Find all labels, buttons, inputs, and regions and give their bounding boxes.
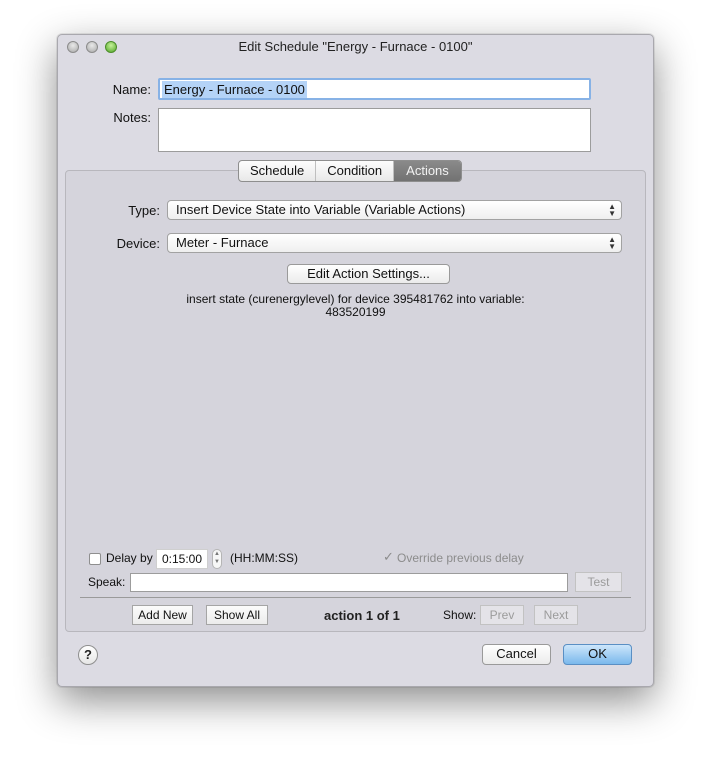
title-bar[interactable]: Edit Schedule "Energy - Furnace - 0100" [58, 35, 653, 59]
speak-label: Speak: [88, 575, 126, 589]
test-speak-button[interactable]: Test [575, 572, 622, 592]
device-popup-value: Meter - Furnace [176, 235, 269, 250]
action-counter: action 1 of 1 [324, 608, 400, 623]
popup-arrows-icon: ▲ ▼ [608, 235, 616, 251]
show-label: Show: [443, 608, 477, 622]
tab-bar: Schedule Condition Actions [238, 160, 462, 182]
prev-action-button[interactable]: Prev [480, 605, 524, 625]
ok-button[interactable]: OK [563, 644, 632, 665]
delay-label: Delay by [106, 551, 153, 565]
delay-time-field[interactable]: 0:15:00 [156, 549, 208, 569]
delay-checkbox[interactable] [89, 553, 101, 565]
delay-stepper[interactable]: ▲ ▼ [212, 549, 222, 569]
device-label: Device: [116, 236, 160, 251]
show-all-actions-button[interactable]: Show All [206, 605, 268, 625]
edit-action-settings-button[interactable]: Edit Action Settings... [287, 264, 450, 284]
cancel-button[interactable]: Cancel [482, 644, 551, 665]
edit-schedule-dialog: Edit Schedule "Energy - Furnace - 0100" … [57, 34, 654, 687]
device-popup[interactable]: Meter - Furnace ▲ ▼ [167, 233, 622, 253]
tab-schedule[interactable]: Schedule [239, 161, 317, 181]
next-action-button[interactable]: Next [534, 605, 578, 625]
type-label: Type: [128, 203, 160, 218]
type-popup[interactable]: Insert Device State into Variable (Varia… [167, 200, 622, 220]
notes-label: Notes: [113, 110, 151, 125]
tab-condition[interactable]: Condition [316, 161, 395, 181]
speak-field[interactable] [130, 573, 568, 592]
name-field[interactable]: Energy - Furnace - 0100 [158, 78, 591, 100]
popup-arrows-icon: ▲ ▼ [608, 202, 616, 218]
delay-format-hint: (HH:MM:SS) [230, 551, 298, 565]
window-title: Edit Schedule "Energy - Furnace - 0100" [238, 39, 473, 54]
override-checkmark-icon[interactable]: ✓ [383, 549, 394, 565]
tab-actions[interactable]: Actions [394, 161, 461, 181]
help-button[interactable]: ? [78, 645, 98, 665]
name-field-value: Energy - Furnace - 0100 [162, 81, 307, 98]
override-delay-label: Override previous delay [397, 551, 524, 565]
action-description-line2: 483520199 [325, 305, 386, 319]
add-new-action-button[interactable]: Add New [132, 605, 193, 625]
notes-field[interactable] [158, 108, 591, 152]
type-popup-value: Insert Device State into Variable (Varia… [176, 202, 466, 217]
separator [80, 597, 631, 598]
name-label: Name: [112, 82, 151, 97]
